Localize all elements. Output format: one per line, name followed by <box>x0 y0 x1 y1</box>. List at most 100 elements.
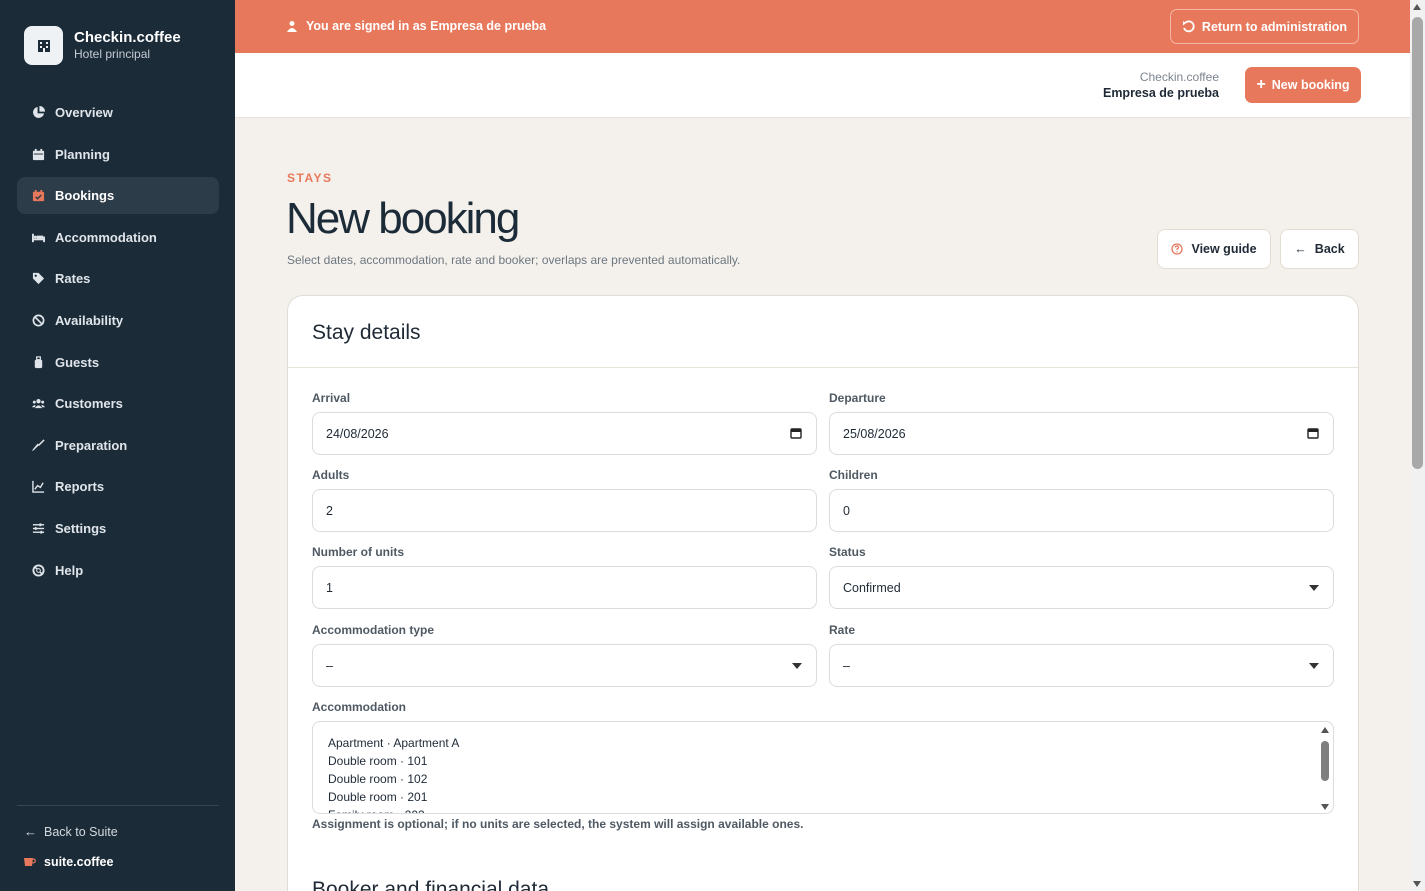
page-eyebrow: STAYS <box>287 171 333 185</box>
undo-icon <box>1182 20 1195 33</box>
booker-section-title: Booker and financial data <box>312 878 549 891</box>
new-booking-button[interactable]: + New booking <box>1245 67 1361 103</box>
new-booking-label: New booking <box>1271 78 1350 92</box>
calendar-picker-icon[interactable] <box>790 427 802 439</box>
users-icon <box>31 397 45 411</box>
sidebar-item-label: Settings <box>55 520 107 536</box>
sidebar-item-planning[interactable]: Planning <box>17 136 219 173</box>
units-label: Number of units <box>312 545 404 559</box>
page-scrollbar[interactable] <box>1410 0 1425 891</box>
status-value: Confirmed <box>843 580 901 595</box>
page-subtitle: Select dates, accommodation, rate and bo… <box>287 253 741 267</box>
view-guide-label: View guide <box>1191 242 1257 256</box>
scroll-up-icon[interactable] <box>1413 4 1421 10</box>
rate-select[interactable]: – <box>829 644 1334 687</box>
sidebar-item-label: Reports <box>55 479 105 495</box>
brand[interactable]: Checkin.coffee Hotel principal <box>24 26 181 65</box>
scroll-down-icon[interactable] <box>1413 881 1421 887</box>
arrow-left-icon: ← <box>24 824 37 839</box>
pie-chart-icon <box>31 106 45 120</box>
scroll-thumb[interactable] <box>1321 741 1329 781</box>
ban-icon <box>31 313 45 327</box>
scroll-thumb[interactable] <box>1412 17 1423 469</box>
banner-text: You are signed in as Empresa de prueba <box>306 19 547 33</box>
children-label: Children <box>829 468 878 482</box>
sidebar-item-rates[interactable]: Rates <box>17 260 219 297</box>
calendar-check-icon <box>31 189 45 203</box>
sidebar-item-label: Guests <box>55 354 100 370</box>
units-input[interactable]: 1 <box>312 566 817 609</box>
status-label: Status <box>829 545 866 559</box>
tags-icon <box>31 272 45 286</box>
accommodation-type-select[interactable]: – <box>312 644 817 687</box>
accommodation-type-label: Accommodation type <box>312 623 435 637</box>
chevron-down-icon <box>1309 585 1319 591</box>
chevron-down-icon <box>792 663 802 669</box>
accommodation-option[interactable]: Apartment · Apartment A <box>328 734 1333 752</box>
page-title: New booking <box>286 194 520 243</box>
units-value: 1 <box>326 580 333 595</box>
lifebuoy-icon <box>31 563 45 577</box>
suite-logo[interactable]: suite.coffee <box>24 855 113 869</box>
line-chart-icon <box>31 480 45 494</box>
sidebar-item-overview[interactable]: Overview <box>17 94 219 131</box>
sidebar-item-label: Planning <box>55 146 110 162</box>
return-button-label: Return to administration <box>1201 19 1348 34</box>
accommodation-option[interactable]: Family room · 202 <box>328 806 1333 813</box>
departure-date-input[interactable]: 25/08/2026 <box>829 412 1334 455</box>
adults-label: Adults <box>312 468 350 482</box>
accommodation-option[interactable]: Double room · 102 <box>328 770 1333 788</box>
arrival-date-input[interactable]: 24/08/2026 <box>312 412 817 455</box>
back-button[interactable]: ← Back <box>1280 229 1359 269</box>
accommodation-option[interactable]: Double room · 201 <box>328 788 1333 806</box>
sidebar-item-bookings[interactable]: Bookings <box>17 177 219 215</box>
sidebar-item-label: Rates <box>55 271 91 287</box>
accommodation-multiselect[interactable]: Apartment · Apartment A Double room · 10… <box>312 721 1334 814</box>
sidebar-item-help[interactable]: Help <box>17 552 219 589</box>
view-guide-button[interactable]: View guide <box>1157 229 1271 269</box>
sidebar-item-settings[interactable]: Settings <box>17 510 219 547</box>
plus-icon: + <box>1256 76 1266 93</box>
sidebar-item-label: Overview <box>55 105 113 120</box>
rate-label: Rate <box>829 623 856 637</box>
adults-value: 2 <box>326 503 333 518</box>
sidebar-item-guests[interactable]: Guests <box>17 344 219 381</box>
children-input[interactable]: 0 <box>829 489 1334 532</box>
back-button-label: Back <box>1314 242 1345 256</box>
company-app-name: Checkin.coffee <box>1139 70 1219 84</box>
back-to-suite-link[interactable]: ← Back to Suite <box>24 824 118 839</box>
sidebar-item-preparation[interactable]: Preparation <box>17 427 219 464</box>
broom-icon <box>31 438 45 452</box>
rate-value: – <box>843 658 850 673</box>
arrow-left-icon: ← <box>1294 242 1307 256</box>
departure-label: Departure <box>829 391 886 405</box>
company-name: Empresa de prueba <box>1102 86 1219 100</box>
scroll-up-icon[interactable] <box>1321 727 1329 733</box>
accommodation-option[interactable]: Double room · 101 <box>328 752 1333 770</box>
scroll-down-icon[interactable] <box>1321 804 1329 810</box>
top-header: Checkin.coffee Empresa de prueba + New b… <box>235 53 1410 118</box>
status-select[interactable]: Confirmed <box>829 566 1334 609</box>
adults-input[interactable]: 2 <box>312 489 817 532</box>
sidebar-item-customers[interactable]: Customers <box>17 385 219 422</box>
coffee-cup-icon <box>24 858 36 866</box>
suite-logo-text: suite.coffee <box>44 855 114 869</box>
banner-message: You are signed in as Empresa de prueba <box>286 19 546 33</box>
sidebar-item-availability[interactable]: Availability <box>17 302 219 339</box>
sidebar-divider <box>17 805 219 806</box>
accommodation-helper-text: Assignment is optional; if no units are … <box>312 817 804 831</box>
return-to-administration-button[interactable]: Return to administration <box>1170 9 1359 44</box>
sidebar-item-label: Help <box>55 562 84 578</box>
user-secret-icon <box>287 21 297 32</box>
sidebar-item-accommodation[interactable]: Accommodation <box>17 219 219 256</box>
calendar-icon <box>31 147 45 161</box>
section-title: Stay details <box>312 321 421 344</box>
listbox-scrollbar[interactable] <box>1320 725 1330 812</box>
children-value: 0 <box>843 503 850 518</box>
calendar-picker-icon[interactable] <box>1307 427 1319 439</box>
sliders-icon <box>31 521 45 535</box>
accommodation-type-value: – <box>326 658 333 673</box>
back-to-suite-label: Back to Suite <box>44 824 118 839</box>
sidebar-item-reports[interactable]: Reports <box>17 468 219 505</box>
departure-value: 25/08/2026 <box>843 426 906 441</box>
